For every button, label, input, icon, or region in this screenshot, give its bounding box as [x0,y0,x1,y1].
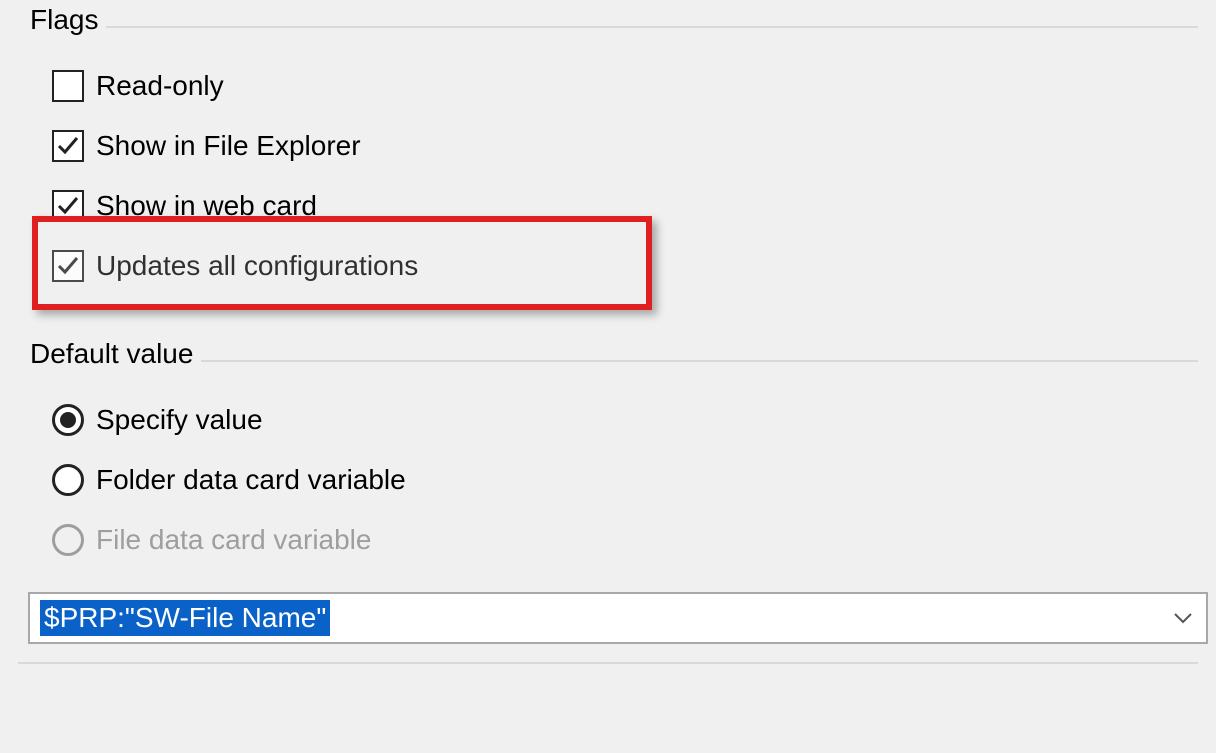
checkbox-icon[interactable] [52,130,84,162]
radio-specify-value-row[interactable]: Specify value [50,390,1178,450]
radio-file-variable-row: File data card variable [50,510,1178,570]
combo-text[interactable]: $PRP:"SW-File Name" [30,594,1160,642]
combo-dropdown-button[interactable] [1160,594,1206,642]
highlight-annotation [32,216,652,310]
default-value-combo[interactable]: $PRP:"SW-File Name" [28,592,1208,644]
flags-group: Flags Read-only Show in File Explorer Sh… [18,4,1198,300]
radio-label: File data card variable [96,526,371,554]
radio-folder-variable-row[interactable]: Folder data card variable [50,450,1178,510]
flag-show-file-explorer-row[interactable]: Show in File Explorer [50,116,1178,176]
flags-body: Read-only Show in File Explorer Show in … [18,36,1198,300]
flag-label: Read-only [96,72,224,100]
radio-icon[interactable] [52,404,84,436]
checkbox-icon[interactable] [52,70,84,102]
combo-selected-value: $PRP:"SW-File Name" [40,600,330,636]
radio-label: Specify value [96,406,263,434]
chevron-down-icon [1173,611,1193,625]
radio-icon [52,524,84,556]
flags-legend: Flags [18,4,106,36]
bottom-divider [18,662,1198,664]
group-divider [18,26,1198,28]
flag-read-only-row[interactable]: Read-only [50,56,1178,116]
default-value-body: Specify value Folder data card variable … [18,370,1198,574]
radio-icon[interactable] [52,464,84,496]
flag-label: Show in File Explorer [96,132,361,160]
default-value-legend: Default value [18,338,201,370]
default-value-group: Default value Specify value Folder data … [18,338,1198,574]
radio-label: Folder data card variable [96,466,406,494]
